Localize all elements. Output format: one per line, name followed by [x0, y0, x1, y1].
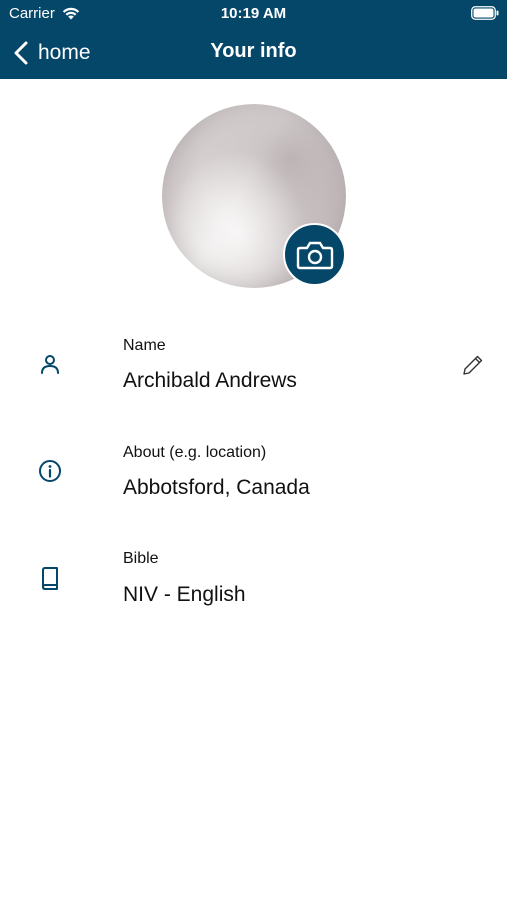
- info-icon: [39, 460, 61, 482]
- battery-icon: [471, 6, 499, 20]
- bible-value[interactable]: NIV - English: [123, 583, 246, 607]
- name-label: Name: [123, 337, 166, 354]
- person-icon: [41, 355, 59, 374]
- app-header: Carrier 10:19 AM home Your info: [0, 0, 507, 79]
- page-title: Your info: [210, 40, 297, 62]
- about-value[interactable]: Abbotsford, Canada: [123, 476, 310, 500]
- about-label: About (e.g. location): [123, 444, 267, 461]
- status-bar: Carrier 10:19 AM: [0, 0, 507, 28]
- navigation-bar: home Your info: [0, 28, 507, 79]
- bible-label: Bible: [123, 550, 159, 567]
- change-photo-button[interactable]: [283, 223, 346, 286]
- pencil-icon[interactable]: [462, 354, 484, 376]
- status-time: 10:19 AM: [220, 5, 287, 22]
- name-value[interactable]: Archibald Andrews: [123, 369, 297, 393]
- camera-icon: [296, 241, 333, 269]
- book-icon: [42, 567, 58, 590]
